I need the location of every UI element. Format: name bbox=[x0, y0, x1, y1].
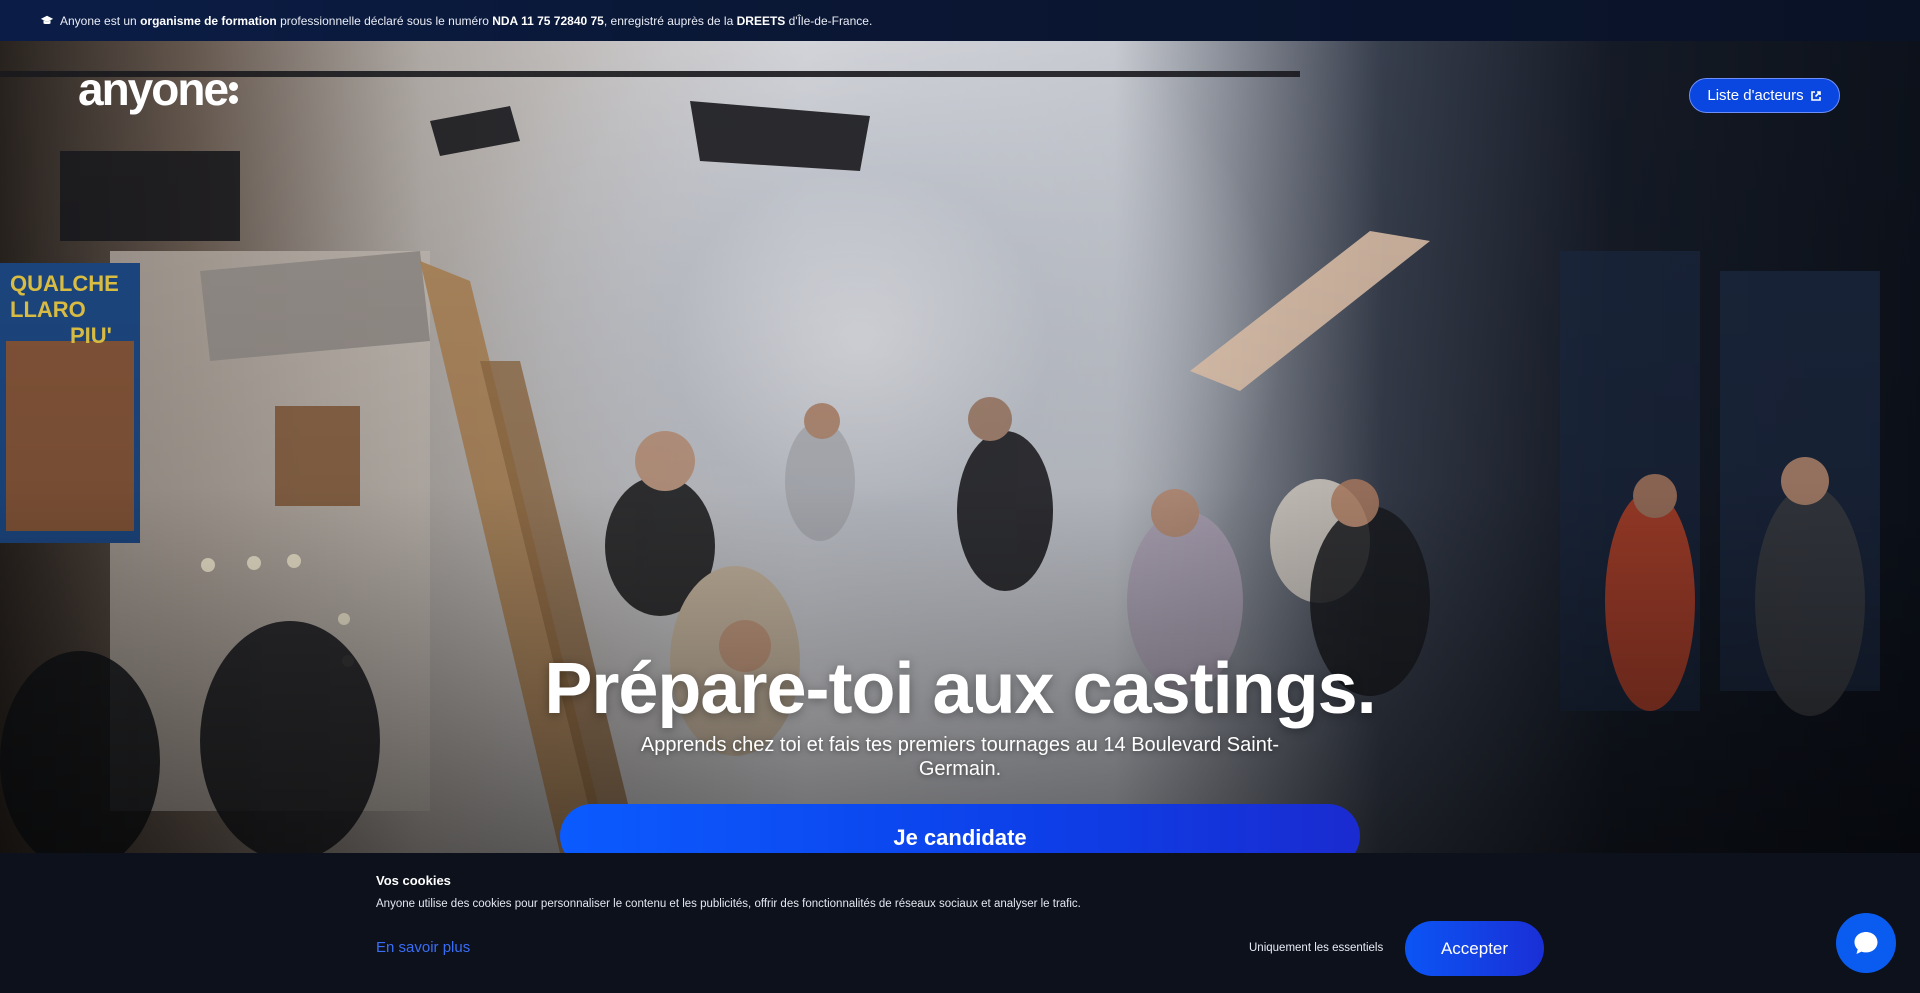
essentials-only-button[interactable]: Uniquement les essentiels bbox=[1249, 942, 1383, 954]
external-link-icon bbox=[1810, 90, 1821, 101]
hero-section: QUALCHE LLARO PIU' bbox=[0, 41, 1920, 853]
accept-cookies-button[interactable]: Accepter bbox=[1405, 921, 1544, 976]
cookie-banner: Vos cookies Anyone utilise des cookies p… bbox=[0, 853, 1920, 993]
chat-launcher-button[interactable] bbox=[1836, 913, 1896, 973]
chat-bubble-icon bbox=[1854, 932, 1878, 954]
learn-more-link[interactable]: En savoir plus bbox=[376, 939, 470, 956]
actors-list-label: Liste d'acteurs bbox=[1707, 87, 1804, 104]
hero-headline: Prépare-toi aux castings. bbox=[544, 649, 1376, 729]
banner-text: Anyone est un organisme de formation pro… bbox=[60, 13, 873, 28]
cookie-title: Vos cookies bbox=[376, 873, 451, 888]
actors-list-button[interactable]: Liste d'acteurs bbox=[1689, 78, 1840, 113]
hero-overlay bbox=[0, 41, 1920, 853]
logo-colon-mark bbox=[229, 78, 239, 108]
graduation-cap-icon bbox=[40, 15, 54, 24]
anyone-logo[interactable]: anyone bbox=[78, 62, 239, 116]
info-banner: Anyone est un organisme de formation pro… bbox=[0, 0, 1920, 41]
cookie-description: Anyone utilise des cookies pour personna… bbox=[376, 898, 1081, 910]
hero-subtitle: Apprends chez toi et fais tes premiers t… bbox=[640, 734, 1280, 780]
